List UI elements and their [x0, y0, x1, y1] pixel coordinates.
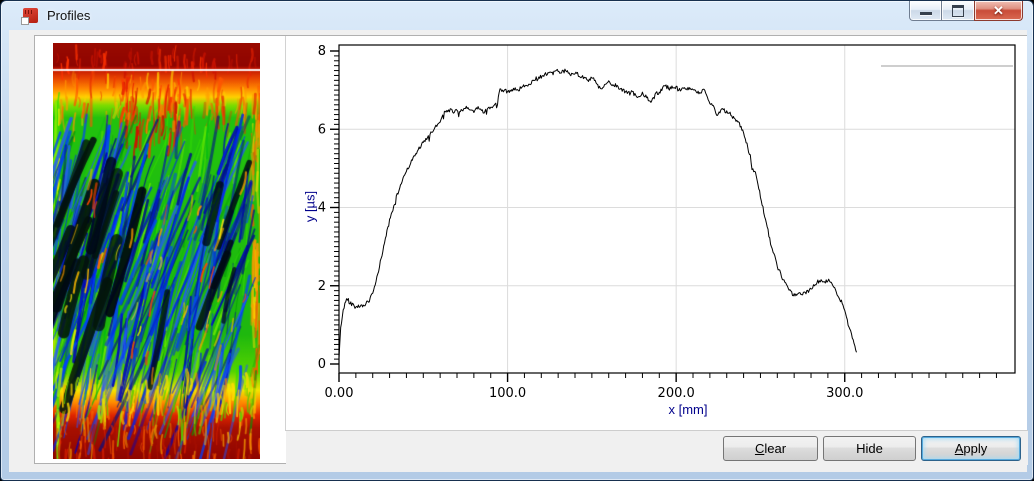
- y-tick-label: 0: [318, 357, 326, 372]
- minimize-button[interactable]: [909, 1, 942, 21]
- x-axis-label: x [mm]: [669, 402, 708, 417]
- y-tick-label: 6: [318, 122, 326, 137]
- y-axis-label: y [µs]: [303, 177, 318, 237]
- y-tick-label: 4: [318, 201, 326, 216]
- profile-chart-panel: 0.00 100.0 200.0 300.0 0 2 4 6 8 x [mm] y [µs]: [285, 36, 1027, 431]
- close-icon: ✕: [993, 4, 1004, 17]
- minimize-icon: [920, 12, 932, 15]
- window-title: Profiles: [47, 8, 90, 23]
- hide-button[interactable]: Hide: [823, 436, 916, 461]
- profiles-window: Profiles ✕ 0.00 100.0 200.0 300.0 0 2 4 6 8 x [m…: [0, 0, 1034, 481]
- y-tick-label: 2: [318, 279, 326, 294]
- profile-line: [339, 69, 857, 358]
- apply-button[interactable]: Apply: [921, 436, 1021, 461]
- x-tick-label: 200.0: [658, 386, 695, 401]
- y-tick-label: 8: [318, 44, 326, 59]
- title-bar[interactable]: Profiles ✕: [1, 1, 1033, 30]
- cscan-heatmap-image: [53, 43, 260, 459]
- maximize-icon: [952, 5, 964, 17]
- profile-chart: 0.00 100.0 200.0 300.0 0 2 4 6 8: [286, 36, 1027, 430]
- content-panel: 0.00 100.0 200.0 300.0 0 2 4 6 8 x [mm] y [µs] C…: [34, 35, 1027, 464]
- x-tick-label: 100.0: [489, 386, 526, 401]
- close-button[interactable]: ✕: [974, 1, 1023, 21]
- x-tick-label: 0.00: [325, 386, 354, 401]
- caption-buttons: ✕: [910, 1, 1023, 21]
- button-row: Clear Hide Apply: [286, 430, 1028, 465]
- x-tick-label: 300.0: [826, 386, 863, 401]
- maximize-button[interactable]: [941, 1, 975, 21]
- clear-button[interactable]: Clear: [723, 436, 818, 461]
- plot-frame: [339, 45, 1015, 373]
- dialog-client-area: 0.00 100.0 200.0 300.0 0 2 4 6 8 x [mm] y [µs] C…: [9, 30, 1027, 472]
- app-icon: [23, 8, 38, 23]
